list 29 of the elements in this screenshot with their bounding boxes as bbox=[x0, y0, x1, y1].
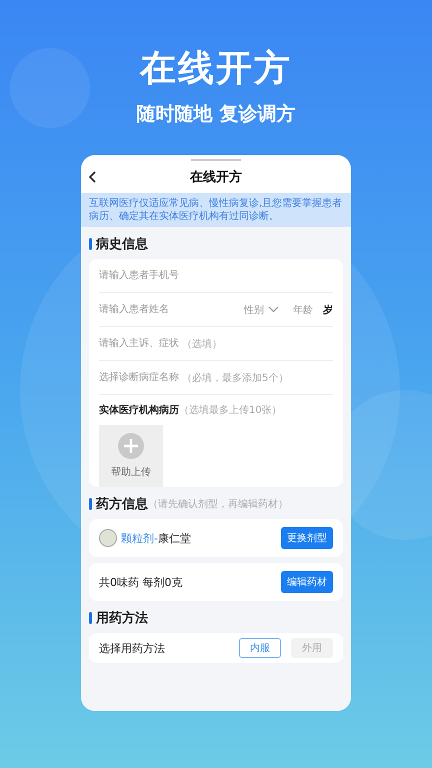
field-label: 实体医疗机构病历 bbox=[99, 403, 179, 417]
option-button[interactable]: 内服 bbox=[239, 638, 281, 658]
hint-text: （选填） bbox=[182, 338, 222, 350]
edit-herbs-button[interactable]: 编辑药材 bbox=[281, 571, 333, 593]
hint-text: （必填，最多添加5个） bbox=[182, 372, 288, 384]
input-field[interactable]: 请输入患者姓名 bbox=[99, 304, 172, 315]
unit-label: 岁 bbox=[323, 304, 333, 316]
section-title: 病史信息 bbox=[96, 236, 148, 253]
upload-button[interactable]: 帮助上传 bbox=[99, 425, 163, 487]
field-label: 选择用药方法 bbox=[99, 640, 165, 656]
section-title: 用药方法 bbox=[96, 610, 148, 627]
age-label: 年龄 bbox=[293, 304, 313, 316]
dosage-form-label: 颗粒剂-康仁堂 bbox=[121, 530, 191, 546]
section-title: 药方信息 bbox=[96, 496, 148, 513]
screen-title: 在线开方 bbox=[190, 168, 242, 186]
hint-text: （选填最多上传10张） bbox=[179, 404, 282, 417]
plus-icon bbox=[118, 433, 144, 459]
input-field[interactable]: 请输入患者手机号 bbox=[99, 270, 182, 281]
hero-title: 在线开方 bbox=[140, 47, 292, 91]
change-form-button[interactable]: 更换剂型 bbox=[281, 527, 333, 549]
input-field[interactable]: 选择诊断病症名称 bbox=[99, 372, 182, 383]
chevron-down-icon bbox=[268, 306, 279, 313]
gender-dropdown[interactable]: 性别 bbox=[244, 302, 279, 316]
hint-text: （请先确认剂型，再编辑药材） bbox=[148, 498, 288, 511]
hero-subtitle: 随时随地 复诊调方 bbox=[136, 102, 296, 127]
granule-icon bbox=[99, 529, 117, 547]
notice-banner: 互联网医疗仅适应常见病、慢性病复诊,且您需要掌握患者病历、确定其在实体医疗机构有过同诊断。 bbox=[81, 193, 351, 227]
option-button[interactable]: 外用 bbox=[291, 638, 333, 658]
dose-summary: 共0味药 每剂0克 bbox=[99, 574, 182, 590]
